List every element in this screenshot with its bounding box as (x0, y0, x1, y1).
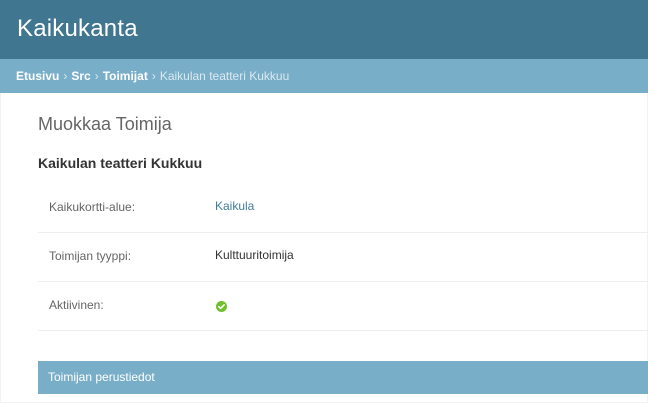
field-row-toimijan-tyyppi: Toimijan tyyppi: Kulttuuritoimija (38, 233, 648, 282)
field-label: Aktiivinen: (49, 298, 104, 312)
field-row-kaikukortti-alue: Kaikukortti-alue: Kaikula (38, 184, 648, 233)
field-value: Kaikula (215, 199, 254, 213)
breadcrumb-toimijat-link[interactable]: Toimijat (103, 69, 148, 83)
admin-page: Kaikukanta Etusivu › Src › Toimijat › Kaikulan… (0, 0, 648, 403)
breadcrumb-current: Kaikulan teatteri Kukkuu (159, 69, 290, 83)
breadcrumb-separator: › (63, 69, 68, 83)
breadcrumb: Etusivu › Src › Toimijat › Kaikulan teatteri K… (0, 59, 648, 93)
site-header: Kaikukanta (0, 0, 648, 59)
check-icon (216, 301, 227, 312)
kaikukortti-alue-link[interactable]: Kaikula (215, 199, 254, 213)
breadcrumb-separator: › (151, 69, 156, 83)
breadcrumb-src-link[interactable]: Src (71, 69, 90, 83)
field-value: Kulttuuritoimija (215, 248, 294, 262)
breadcrumb-home-link[interactable]: Etusivu (16, 69, 59, 83)
object-title: Kaikulan teatteri Kukkuu (38, 155, 203, 171)
field-label: Toimijan tyyppi: (49, 249, 132, 263)
site-title[interactable]: Kaikukanta (17, 17, 138, 41)
breadcrumb-separator: › (94, 69, 99, 83)
field-row-aktiivinen: Aktiivinen: (38, 282, 648, 331)
page-title: Muokkaa Toimija (38, 114, 172, 134)
fieldset-toimijan-perustiedot: Toimijan perustiedot (38, 361, 648, 394)
field-label: Kaikukortti-alue: (49, 200, 136, 214)
